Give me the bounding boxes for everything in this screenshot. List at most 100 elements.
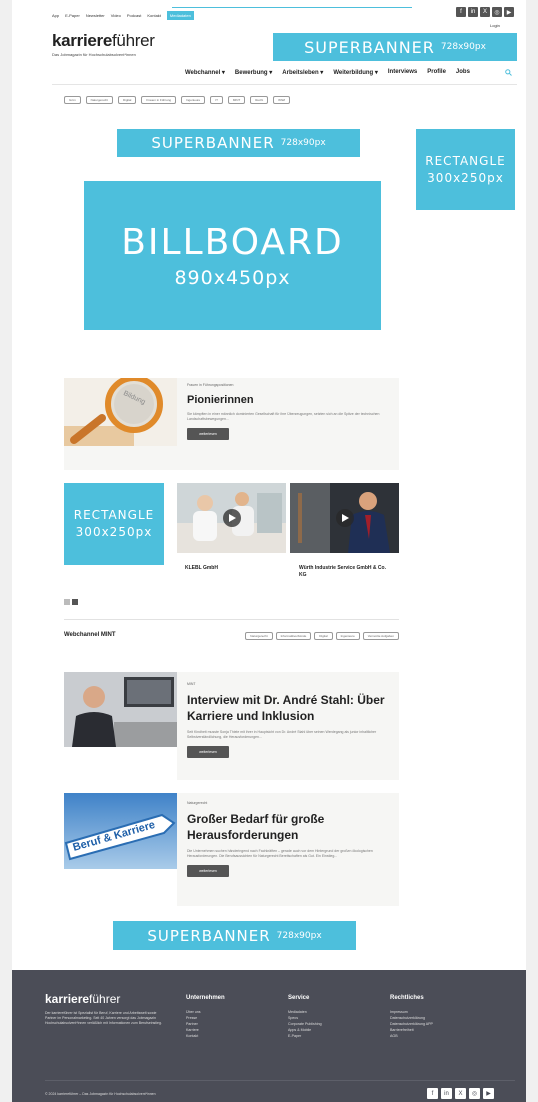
video-thumbnail[interactable] bbox=[177, 483, 286, 553]
magnifier-image: Bildung bbox=[64, 375, 177, 446]
carousel-dot-active[interactable] bbox=[72, 599, 78, 605]
footer-column-unternehmen: Unternehmen Über uns Presse Partner Karr… bbox=[186, 995, 225, 1039]
youtube-icon[interactable]: ▶ bbox=[483, 1088, 494, 1099]
chip[interactable]: Naturgerecht bbox=[85, 96, 114, 104]
article-text: Naturgerecht Großer Bedarf für große Her… bbox=[177, 793, 399, 906]
facebook-icon[interactable]: f bbox=[456, 7, 466, 17]
superbanner-size: 728x90px bbox=[280, 138, 326, 148]
carousel-dot[interactable] bbox=[64, 599, 70, 605]
feature-teaser: Sie kämpften in einer männlich dominiert… bbox=[187, 412, 380, 421]
read-more-button[interactable]: weiterlesen bbox=[187, 865, 229, 877]
rectangle-label: RECTANGLE bbox=[73, 508, 155, 522]
footer-description: Der karriereführer ist Spezialist für Be… bbox=[45, 1011, 162, 1025]
top-nav-epaper[interactable]: E-Paper bbox=[65, 13, 80, 18]
article-card[interactable]: Beruf & Karriere Naturgerecht Großer Bed… bbox=[64, 793, 399, 906]
top-accent-line bbox=[172, 7, 412, 8]
chip[interactable]: Digital bbox=[314, 632, 333, 640]
nav-profile[interactable]: Profile bbox=[427, 69, 446, 76]
feature-card[interactable]: Bildung Frauen in Führungspositionen Pio… bbox=[64, 375, 399, 470]
billboard-label: BILLBOARD bbox=[121, 222, 344, 263]
billboard-size: 890x450px bbox=[174, 267, 291, 289]
top-nav-mediadaten[interactable]: Mediadaten bbox=[166, 11, 194, 20]
chip[interactable]: Grün bbox=[64, 96, 81, 104]
chip[interactable]: Ingenieure bbox=[181, 96, 206, 104]
footer-logo[interactable]: karriereführer bbox=[45, 992, 120, 1006]
rectangle-ad-left[interactable]: RECTANGLE 300x250px bbox=[64, 483, 164, 565]
topic-chips: Grün Naturgerecht Digital Frauen in Führ… bbox=[64, 96, 291, 104]
chip[interactable]: IT bbox=[210, 96, 223, 104]
linkedin-icon[interactable]: in bbox=[441, 1088, 452, 1099]
article-card[interactable]: MINT Interview mit Dr. André Stahl: Über… bbox=[64, 672, 399, 780]
rectangle-ad-right[interactable]: RECTANGLE 300x250px bbox=[416, 129, 515, 210]
instagram-icon[interactable]: ◎ bbox=[469, 1088, 480, 1099]
chip[interactable]: Vernetzte Aufgaben bbox=[362, 632, 399, 640]
search-icon[interactable] bbox=[505, 69, 512, 78]
interview-photo bbox=[64, 672, 177, 747]
nav-arbeitsleben[interactable]: Arbeitsleben ▾ bbox=[282, 69, 323, 76]
login-link[interactable]: Login bbox=[490, 23, 500, 28]
rectangle-label: RECTANGLE bbox=[425, 153, 506, 168]
chip[interactable]: Ingenieure bbox=[335, 632, 360, 640]
footer-link[interactable]: Kontakt bbox=[186, 1033, 225, 1039]
read-more-button[interactable]: weiterlesen bbox=[187, 428, 229, 440]
youtube-icon[interactable]: ▶ bbox=[504, 7, 514, 17]
footer-column-service: Service Mediadaten Specs Corporate Publi… bbox=[288, 995, 322, 1039]
feature-text: Frauen in Führungspositionen Pionierinne… bbox=[187, 383, 392, 440]
footer-divider bbox=[45, 1080, 515, 1081]
top-nav: App E-Paper Newsletter Video Podcast Kon… bbox=[52, 11, 194, 20]
chip[interactable]: Naturgerecht bbox=[245, 632, 273, 640]
top-nav-kontakt[interactable]: Kontakt bbox=[147, 13, 161, 18]
nav-weiterbildung[interactable]: Weiterbildung ▾ bbox=[333, 69, 378, 76]
section-divider bbox=[64, 619, 399, 620]
x-icon[interactable]: X bbox=[455, 1088, 466, 1099]
top-nav-newsletter[interactable]: Newsletter bbox=[86, 13, 105, 18]
nav-divider bbox=[52, 84, 517, 85]
footer: karriereführer Der karriereführer ist Sp… bbox=[12, 970, 526, 1102]
chip[interactable]: Digital bbox=[118, 96, 137, 104]
chip[interactable]: Frauen in Führung bbox=[141, 96, 177, 104]
nav-interviews[interactable]: Interviews bbox=[388, 69, 417, 76]
logo[interactable]: karriereführer Das Jobmagazin für Hochsc… bbox=[52, 31, 155, 57]
top-nav-app[interactable]: App bbox=[52, 13, 59, 18]
video-thumbnail[interactable] bbox=[290, 483, 399, 553]
nav-bewerbung[interactable]: Bewerbung ▾ bbox=[235, 69, 272, 76]
instagram-icon[interactable]: ◎ bbox=[492, 7, 502, 17]
main-nav: Webchannel ▾ Bewerbung ▾ Arbeitsleben ▾ … bbox=[185, 69, 470, 76]
read-more-button[interactable]: weiterlesen bbox=[187, 746, 229, 758]
top-nav-video[interactable]: Video bbox=[111, 13, 121, 18]
chip[interactable]: MINT bbox=[227, 96, 246, 104]
article-teaser: Die Unternehmen suchen händeringend nach… bbox=[187, 849, 373, 858]
chip[interactable]: WiWi bbox=[273, 96, 291, 104]
article-title[interactable]: Großer Bedarf für große Herausforderunge… bbox=[187, 811, 389, 843]
facebook-icon[interactable]: f bbox=[427, 1088, 438, 1099]
footer-column-title: Rechtliches bbox=[390, 995, 424, 1001]
webchannel-title: Webchannel MINT bbox=[64, 632, 116, 638]
logo-bold: karriere bbox=[52, 31, 112, 50]
feature-title[interactable]: Pionierinnen bbox=[187, 394, 392, 406]
superbanner-ad-middle[interactable]: SUPERBANNER 728x90px bbox=[117, 129, 360, 157]
article-title[interactable]: Interview mit Dr. André Stahl: Über Karr… bbox=[187, 692, 389, 724]
webchannel-chips: Naturgerecht Informatikverbünde Digital … bbox=[208, 632, 399, 640]
nav-webchannel[interactable]: Webchannel ▾ bbox=[185, 69, 225, 76]
nav-jobs[interactable]: Jobs bbox=[456, 69, 470, 76]
video-company-name[interactable]: Würth Industrie Service GmbH & Co. KG bbox=[299, 565, 394, 579]
footer-link[interactable]: E-Paper bbox=[288, 1033, 322, 1039]
rectangle-size: 300x250px bbox=[75, 525, 153, 539]
top-nav-podcast[interactable]: Podcast bbox=[127, 13, 141, 18]
linkedin-icon[interactable]: in bbox=[468, 7, 478, 17]
article-category: Naturgerecht bbox=[187, 801, 208, 805]
video-company-name[interactable]: KLEBL GmbH bbox=[185, 565, 285, 572]
play-icon[interactable] bbox=[336, 509, 354, 527]
superbanner-ad-top[interactable]: SUPERBANNER 728x90px bbox=[273, 33, 517, 61]
superbanner-ad-bottom[interactable]: SUPERBANNER 728x90px bbox=[113, 921, 356, 950]
chip[interactable]: Informatikverbünde bbox=[275, 632, 312, 640]
footer-link[interactable]: AGB bbox=[390, 1033, 433, 1039]
superbanner-label: SUPERBANNER bbox=[147, 926, 271, 945]
play-icon[interactable] bbox=[223, 509, 241, 527]
footer-column-rechtliches: Rechtliches Impressum Datenschutzerkläru… bbox=[390, 995, 433, 1039]
billboard-ad[interactable]: BILLBOARD 890x450px bbox=[84, 181, 381, 330]
superbanner-size: 728x90px bbox=[276, 930, 322, 941]
page: App E-Paper Newsletter Video Podcast Kon… bbox=[12, 0, 526, 1102]
chip[interactable]: Recht bbox=[250, 96, 269, 104]
x-icon[interactable]: X bbox=[480, 7, 490, 17]
